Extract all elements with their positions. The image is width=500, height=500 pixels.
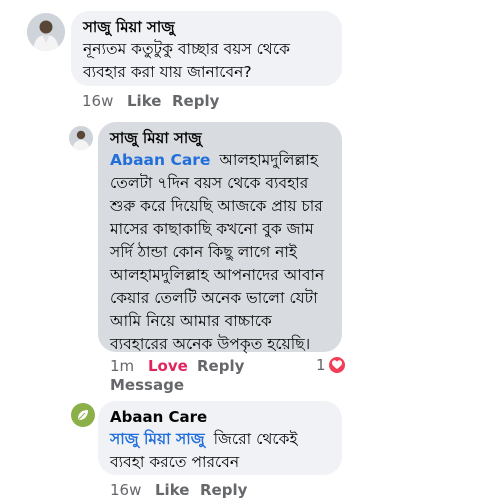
comment-timestamp[interactable]: 16w xyxy=(82,91,113,111)
reply-button[interactable]: Reply xyxy=(200,480,247,500)
comment-actions: 16w Like Reply xyxy=(82,91,332,111)
like-button[interactable]: Like xyxy=(155,480,189,500)
reply-actions: 16w Like Reply xyxy=(110,480,310,500)
mention-link[interactable]: সাজু মিয়া সাজু xyxy=(110,430,205,448)
reply-text-block: Abaan Care আলহামদুলিল্লাহ তেলটা ৭দিন বয়… xyxy=(110,149,330,356)
comment-author-name[interactable]: সাজু মিয়া সাজু xyxy=(83,17,330,37)
reply-actions: 1m Love Reply Message xyxy=(110,356,342,396)
leaf-logo-icon xyxy=(78,410,88,420)
reply-author-name[interactable]: সাজু মিয়া সাজু xyxy=(110,128,330,148)
person-photo-icon xyxy=(69,126,93,150)
reply-timestamp[interactable]: 16w xyxy=(110,480,141,500)
reply-bubble-highlighted: সাজু মিয়া সাজু Abaan Care আলহামদুলিল্লা… xyxy=(98,122,342,353)
reply-text: আলহামদুলিল্লাহ তেলটা ৭দিন বয়স থেকে ব্যব… xyxy=(110,151,325,353)
reply-button[interactable]: Reply xyxy=(172,91,219,111)
like-button[interactable]: Like xyxy=(127,91,161,111)
reply-author-name[interactable]: Abaan Care xyxy=(110,407,330,427)
reply-timestamp[interactable]: 1m xyxy=(110,356,134,376)
person-photo-icon xyxy=(27,13,65,51)
reaction-summary[interactable]: 1 xyxy=(316,356,345,374)
love-reaction-button[interactable]: Love xyxy=(148,356,188,376)
mention-link[interactable]: Abaan Care xyxy=(110,151,210,169)
comment-author-avatar[interactable] xyxy=(27,13,65,51)
comment-text: নূন্যতম কতুটুকু বাচ্ছার বয়স থেকে ব্যবহা… xyxy=(83,40,290,81)
reply-author-avatar[interactable] xyxy=(69,126,93,150)
message-button[interactable]: Message xyxy=(110,375,184,395)
reaction-count: 1 xyxy=(316,356,326,374)
reply-bubble: Abaan Care সাজু মিয়া সাজু জিরো থেকেই ব্… xyxy=(98,401,342,475)
reply-text-block: সাজু মিয়া সাজু জিরো থেকেই ব্যবহা করতে প… xyxy=(110,428,330,474)
page-avatar[interactable] xyxy=(71,403,95,427)
reply-button[interactable]: Reply xyxy=(197,356,244,376)
heart-icon xyxy=(328,357,345,373)
comment-bubble: সাজু মিয়া সাজু নূন্যতম কতুটুকু বাচ্ছার … xyxy=(71,11,342,86)
